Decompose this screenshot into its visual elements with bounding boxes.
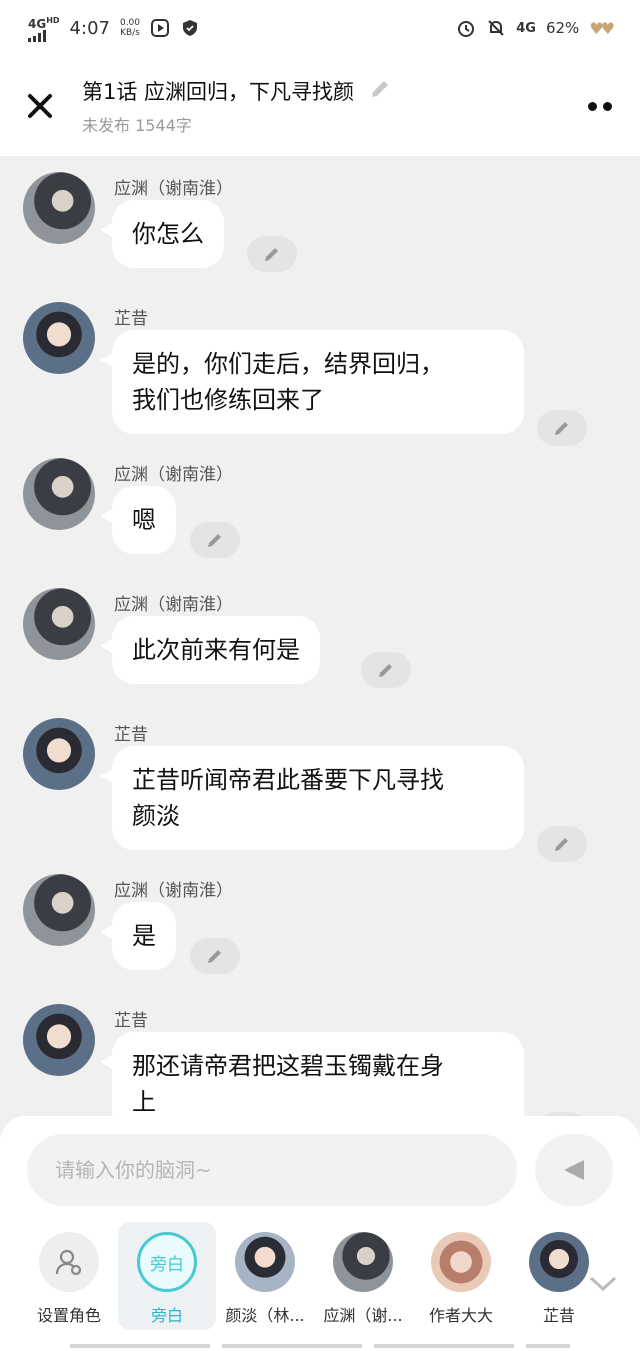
message-bubble[interactable]: 芷昔听闻帝君此番要下凡寻找 颜淡	[100, 746, 524, 850]
role-selector: 设置角色 旁白 旁白 颜淡（林... 应渊（谢... 作者大大 芷昔	[0, 1222, 640, 1334]
pencil-icon	[379, 664, 392, 677]
speaker-name: 芷昔	[114, 309, 148, 329]
role-label: 旁白	[150, 1306, 183, 1325]
speaker-name: 芷昔	[114, 1011, 148, 1031]
role-item-settings[interactable]: 设置角色	[20, 1222, 118, 1326]
avatar[interactable]	[23, 588, 95, 660]
edit-message-button[interactable]	[247, 236, 297, 272]
role-label: 作者大大	[428, 1306, 493, 1325]
role-label: 应渊（谢...	[323, 1306, 403, 1325]
speaker-name: 应渊（谢南淮）	[114, 465, 233, 485]
message-input[interactable]	[55, 1158, 489, 1182]
play-icon	[150, 18, 170, 38]
message-bubble[interactable]: 是的，你们走后，结界回归， 我们也修练回来了	[100, 330, 524, 434]
signal-indicator: 4GHD	[28, 15, 60, 42]
avatar	[235, 1232, 295, 1292]
speaker-name: 芷昔	[114, 725, 148, 745]
hearts-icon: ♥♥	[589, 18, 615, 38]
pencil-icon	[555, 838, 568, 851]
role-label: 芷昔	[542, 1306, 575, 1325]
role-settings-icon	[39, 1232, 99, 1292]
chevron-down-icon	[589, 1276, 617, 1292]
battery-level: 62%	[545, 19, 580, 37]
chapter-subtitle: 未发布 1544字	[82, 116, 192, 135]
role-item-yandan[interactable]: 颜淡（林...	[216, 1222, 314, 1326]
avatar	[333, 1232, 393, 1292]
edit-message-button[interactable]	[537, 826, 587, 862]
message-bubble[interactable]: 嗯	[100, 486, 176, 554]
avatar	[529, 1232, 589, 1292]
avatar[interactable]	[23, 718, 95, 790]
message-input-wrapper[interactable]	[27, 1134, 517, 1206]
message-bubble[interactable]: 那还请帝君把这碧玉镯戴在身 上	[100, 1032, 524, 1118]
speaker-name: 应渊（谢南淮）	[114, 881, 233, 901]
send-button[interactable]	[535, 1134, 613, 1206]
speaker-name: 应渊（谢南淮）	[114, 179, 233, 199]
net-speed: 0.00 KB/s	[119, 18, 141, 38]
avatar	[431, 1232, 491, 1292]
clock: 4:07	[69, 17, 110, 39]
shield-icon	[180, 18, 200, 38]
edit-title-icon[interactable]	[368, 77, 392, 105]
role-item-narration[interactable]: 旁白 旁白	[118, 1222, 216, 1330]
more-button[interactable]	[584, 94, 616, 119]
chapter-title[interactable]: 第1话 应渊回归，下凡寻找颜	[82, 76, 354, 106]
edit-message-button[interactable]	[190, 522, 240, 558]
chapter-header: 第1话 应渊回归，下凡寻找颜 未发布 1544字	[0, 56, 640, 156]
pencil-icon	[555, 422, 568, 435]
role-item-yingyuan[interactable]: 应渊（谢...	[314, 1222, 412, 1326]
avatar[interactable]	[23, 172, 95, 244]
edit-message-button[interactable]	[361, 652, 411, 688]
alarm-icon	[456, 18, 476, 38]
role-item-author[interactable]: 作者大大	[412, 1222, 510, 1326]
mute-bell-icon	[486, 18, 506, 38]
status-bar: 4GHD 4:07 0.00 KB/s 4G 62% ♥♥	[0, 0, 640, 56]
expand-roles-button[interactable]	[588, 1274, 618, 1298]
narration-avatar: 旁白	[137, 1232, 197, 1292]
role-label: 颜淡（林...	[225, 1306, 305, 1325]
avatar[interactable]	[23, 1004, 95, 1076]
role-label: 设置角色	[36, 1306, 101, 1325]
bottom-divider	[70, 1344, 570, 1348]
send-icon	[564, 1160, 584, 1180]
speaker-name: 应渊（谢南淮）	[114, 595, 233, 615]
pencil-icon	[265, 248, 278, 261]
avatar[interactable]	[23, 302, 95, 374]
avatar[interactable]	[23, 874, 95, 946]
close-button[interactable]	[24, 90, 56, 122]
message-bubble[interactable]: 此次前来有何是	[100, 616, 320, 684]
edit-message-button[interactable]	[190, 938, 240, 974]
message-bubble[interactable]: 是	[100, 902, 176, 970]
pencil-icon	[208, 950, 221, 963]
pencil-icon	[208, 534, 221, 547]
avatar[interactable]	[23, 458, 95, 530]
close-icon	[28, 94, 52, 118]
message-bubble[interactable]: 你怎么	[100, 200, 224, 268]
edit-message-button[interactable]	[537, 410, 587, 446]
composer-panel: 设置角色 旁白 旁白 颜淡（林... 应渊（谢... 作者大大 芷昔	[0, 1116, 640, 1351]
network-right: 4G	[516, 20, 536, 36]
chat-list[interactable]: 应渊（谢南淮） 你怎么 芷昔 是的，你们走后，结界回归， 我们也修练回来了 应渊…	[0, 156, 640, 1118]
